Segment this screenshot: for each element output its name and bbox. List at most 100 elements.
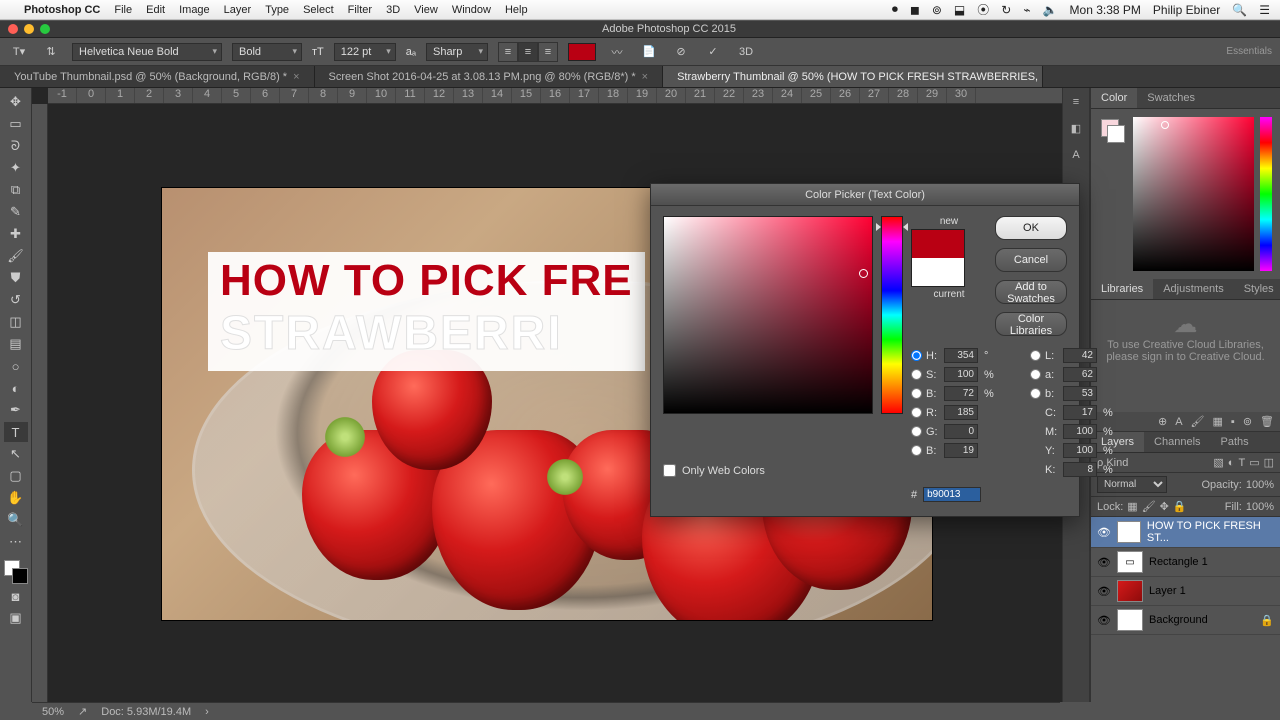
close-tab-icon[interactable]: × — [642, 71, 648, 83]
warp-text-icon[interactable]: 〰 — [606, 41, 628, 63]
spotlight-icon[interactable]: 🔍 — [1232, 3, 1247, 17]
layer-row[interactable]: 👁 Layer 1 — [1091, 577, 1280, 606]
close-window-icon[interactable] — [8, 24, 18, 34]
bluetooth-icon[interactable]: ⌁ — [1023, 3, 1030, 17]
layer-name[interactable]: Layer 1 — [1149, 585, 1186, 597]
pen-tool-icon[interactable]: ✒ — [4, 400, 28, 420]
visibility-icon[interactable]: 👁 — [1097, 526, 1111, 539]
healing-tool-icon[interactable]: ✚ — [4, 224, 28, 244]
status-chevron-icon[interactable]: › — [205, 706, 209, 718]
app-name[interactable]: Photoshop CC — [24, 4, 100, 16]
radio-g[interactable] — [911, 426, 922, 437]
menu-type[interactable]: Type — [265, 4, 289, 16]
menu-layer[interactable]: Layer — [224, 4, 252, 16]
menu-image[interactable]: Image — [179, 4, 210, 16]
layer-name[interactable]: HOW TO PICK FRESH ST... — [1147, 520, 1274, 544]
marquee-tool-icon[interactable]: ▭ — [4, 114, 28, 134]
visibility-icon[interactable]: 👁 — [1097, 556, 1111, 569]
bv-input[interactable] — [944, 386, 978, 401]
sync-icon[interactable]: ↻ — [1001, 3, 1011, 17]
history-panel-icon[interactable]: ≡ — [1073, 96, 1079, 108]
cancel-button[interactable]: Cancel — [995, 248, 1067, 272]
layer-name[interactable]: Rectangle 1 — [1149, 556, 1208, 568]
only-web-colors-checkbox[interactable] — [663, 464, 676, 477]
text-layer[interactable]: HOW TO PICK FRE STRAWBERRI — [208, 252, 645, 371]
radio-h[interactable] — [911, 350, 922, 361]
layer-row[interactable]: 👁 T HOW TO PICK FRESH ST... — [1091, 517, 1280, 548]
hand-tool-icon[interactable]: ✋ — [4, 488, 28, 508]
menu-view[interactable]: View — [414, 4, 438, 16]
volume-icon[interactable]: 🔈 — [1043, 3, 1058, 17]
y-input[interactable] — [1063, 443, 1097, 458]
rec-icon[interactable]: ⏺ — [892, 2, 898, 17]
b-input[interactable] — [944, 443, 978, 458]
lib-text-icon[interactable]: A — [1175, 416, 1182, 428]
tab-styles[interactable]: Styles — [1234, 279, 1280, 299]
align-left-icon[interactable]: ≡ — [498, 42, 518, 62]
zoom-window-icon[interactable] — [40, 24, 50, 34]
layer-row[interactable]: 👁 Background 🔒 — [1091, 606, 1280, 635]
r-input[interactable] — [944, 405, 978, 420]
tab-paths[interactable]: Paths — [1211, 432, 1259, 452]
clock[interactable]: Mon 3:38 PM — [1070, 3, 1141, 17]
document-tab[interactable]: YouTube Thumbnail.psd @ 50% (Background,… — [0, 66, 315, 87]
lib-add-icon[interactable]: ⊕ — [1158, 415, 1167, 428]
cc-icon[interactable]: ⊚ — [932, 3, 942, 17]
layer-name[interactable]: Background — [1149, 614, 1208, 626]
radio-l[interactable] — [1030, 350, 1041, 361]
properties-panel-icon[interactable]: ◧ — [1071, 122, 1081, 135]
menu-edit[interactable]: Edit — [146, 4, 165, 16]
move-tool-icon[interactable]: ✥ — [4, 92, 28, 112]
export-icon[interactable]: ↗ — [78, 705, 87, 718]
font-family-dropdown[interactable]: Helvetica Neue Bold — [72, 43, 222, 61]
lasso-tool-icon[interactable]: ᘐ — [4, 136, 28, 156]
wifi-icon[interactable]: ⦿ — [977, 1, 989, 18]
blur-tool-icon[interactable]: ○ — [4, 356, 28, 376]
s-input[interactable] — [944, 367, 978, 382]
3d-button[interactable]: 3D — [734, 41, 758, 63]
lock-position-icon[interactable]: ✥ — [1160, 500, 1169, 513]
g-input[interactable] — [944, 424, 978, 439]
c-input[interactable] — [1063, 405, 1097, 420]
radio-bbl[interactable] — [911, 445, 922, 456]
color-field[interactable] — [1133, 117, 1254, 271]
cancel-edit-icon[interactable]: ⊘ — [670, 41, 692, 63]
tab-swatches[interactable]: Swatches — [1137, 88, 1205, 108]
radio-s[interactable] — [911, 369, 922, 380]
type-tool-icon[interactable]: T — [4, 422, 28, 442]
saturation-value-field[interactable] — [663, 216, 873, 414]
radio-bb[interactable] — [1030, 388, 1041, 399]
radio-b[interactable] — [911, 388, 922, 399]
stop-icon[interactable]: ◼ — [910, 3, 920, 17]
screenmode-icon[interactable]: ▣ — [4, 608, 28, 628]
filter-type-icon[interactable]: T — [1238, 457, 1245, 469]
layer-row[interactable]: 👁 ▭ Rectangle 1 — [1091, 548, 1280, 577]
menu-filter[interactable]: Filter — [348, 4, 372, 16]
edit-toolbar-icon[interactable]: ⋯ — [4, 532, 28, 552]
k-input[interactable] — [1063, 462, 1097, 477]
tab-channels[interactable]: Channels — [1144, 432, 1210, 452]
a-input[interactable] — [1063, 367, 1097, 382]
h-input[interactable] — [944, 348, 978, 363]
eyedropper-tool-icon[interactable]: ✎ — [4, 202, 28, 222]
filter-smart-icon[interactable]: ◫ — [1264, 456, 1274, 469]
hue-slider[interactable] — [1260, 117, 1272, 271]
menu-window[interactable]: Window — [452, 4, 491, 16]
minimize-window-icon[interactable] — [24, 24, 34, 34]
lock-all-icon[interactable]: 🔒 — [1173, 500, 1187, 513]
text-color-swatch[interactable] — [568, 43, 596, 61]
opacity-value[interactable]: 100% — [1246, 479, 1274, 491]
crop-tool-icon[interactable]: ⧉ — [4, 180, 28, 200]
add-swatches-button[interactable]: Add to Swatches — [995, 280, 1067, 304]
lib-trash-icon[interactable]: 🗑 — [1260, 415, 1274, 428]
character-panel-icon[interactable]: 📄 — [638, 41, 660, 63]
menu-extras-icon[interactable]: ☰ — [1259, 3, 1270, 17]
wand-tool-icon[interactable]: ✦ — [4, 158, 28, 178]
font-size-dropdown[interactable]: 122 pt — [334, 43, 396, 61]
text-orientation-icon[interactable]: ⇅ — [40, 41, 62, 63]
align-center-icon[interactable]: ≡ — [518, 42, 538, 62]
close-tab-icon[interactable]: × — [293, 71, 299, 83]
gradient-tool-icon[interactable]: ▤ — [4, 334, 28, 354]
align-right-icon[interactable]: ≡ — [538, 42, 558, 62]
lock-transparent-icon[interactable]: ▦ — [1127, 500, 1137, 513]
